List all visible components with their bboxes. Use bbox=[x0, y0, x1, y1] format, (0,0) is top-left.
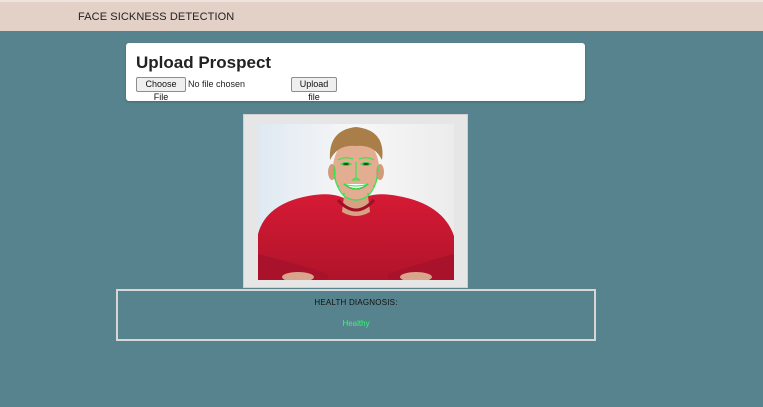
file-status-text: No file chosen bbox=[188, 79, 246, 89]
app-title[interactable]: FACE SICKNESS DETECTION bbox=[78, 11, 234, 23]
choose-file-button[interactable]: Choose File bbox=[136, 77, 186, 102]
diagnosis-result: Healthy bbox=[342, 319, 370, 328]
health-diagnosis-panel: HEALTH DIAGNOSIS: Healthy bbox=[116, 289, 596, 341]
diagnosis-label: HEALTH DIAGNOSIS: bbox=[314, 298, 398, 307]
top-navbar: FACE SICKNESS DETECTION bbox=[0, 0, 763, 31]
upload-heading: Upload Prospect bbox=[136, 53, 272, 72]
face-photo-illustration bbox=[258, 124, 454, 280]
photo-frame bbox=[243, 114, 468, 288]
upload-card: Upload Prospect Choose File No file chos… bbox=[126, 43, 585, 102]
upload-file-button[interactable]: Upload file bbox=[291, 77, 337, 102]
analyzed-face-photo bbox=[258, 124, 454, 280]
